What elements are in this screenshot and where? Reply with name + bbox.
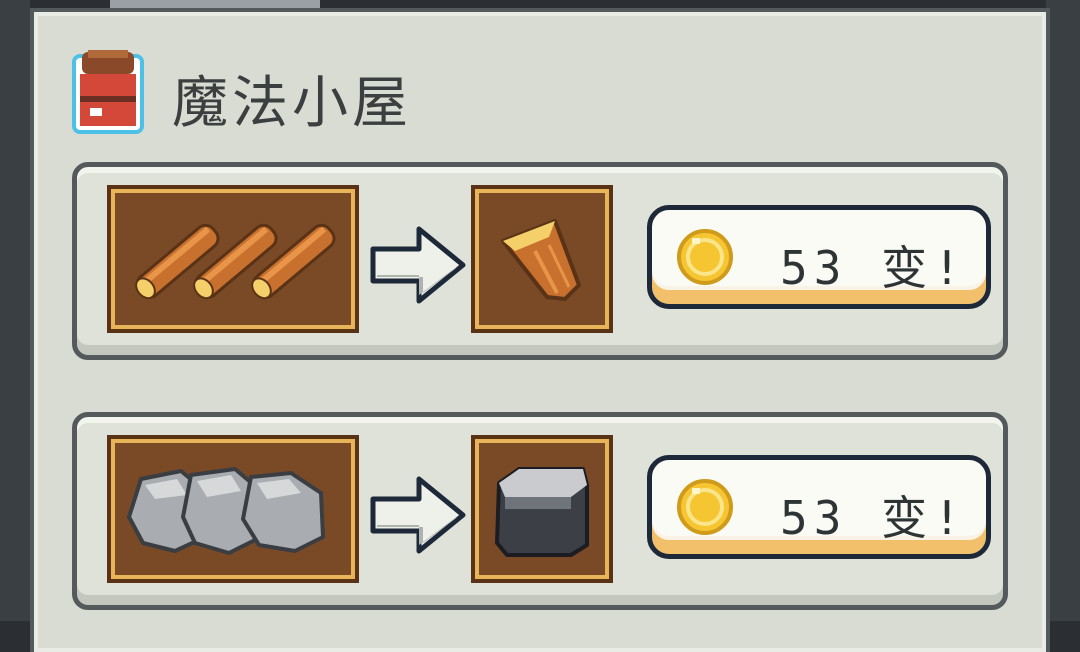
gold-coin-icon (677, 229, 733, 285)
magic-house-icon (68, 46, 148, 136)
stone-icon (127, 467, 325, 555)
transform-button-label: 53 变! (780, 491, 967, 545)
recipe-input-slot (107, 185, 359, 333)
gold-coin-icon (677, 479, 733, 535)
transform-button[interactable]: 53 变! (647, 205, 991, 309)
arrow-right-icon (369, 225, 469, 305)
recipe-row: 53 变! (72, 162, 1008, 360)
transform-button-label: 53 变! (780, 241, 967, 295)
arrow-right-icon (369, 475, 469, 555)
log-icon (135, 223, 336, 300)
recipe-row: 53 变! (72, 412, 1008, 610)
background-right (1046, 0, 1080, 621)
stone-block-icon (495, 467, 589, 557)
transform-button[interactable]: 53 变! (647, 455, 991, 559)
background-left (0, 0, 30, 621)
recipe-output-slot (471, 435, 613, 583)
recipe-input-slot (107, 435, 359, 583)
page-title: 魔法小屋 (172, 71, 412, 136)
magic-house-panel: 魔法小屋 53 变! 53 变! (34, 12, 1046, 652)
wood-plank-icon (501, 219, 581, 301)
recipe-output-slot (471, 185, 613, 333)
